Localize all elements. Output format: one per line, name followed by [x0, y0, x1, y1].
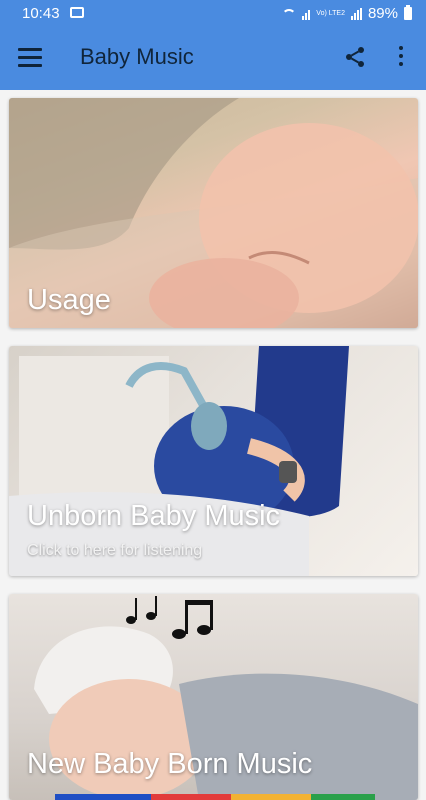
status-bar: 10:43 Vo) LTE2 89%: [0, 0, 426, 28]
signal-icon: [302, 8, 311, 20]
battery-icon: [404, 5, 412, 20]
card-title: New Baby Born Music: [27, 748, 313, 780]
app-title: Baby Music: [80, 44, 194, 69]
card-new-baby-born-music[interactable]: New Baby Born Music: [9, 594, 418, 800]
signal-icon-2: [350, 7, 362, 20]
menu-icon[interactable]: [18, 48, 42, 68]
more-vert-icon[interactable]: [396, 46, 406, 70]
ad-banner[interactable]: [55, 794, 375, 800]
card-unborn-baby-music[interactable]: Unborn Baby Music Click to here for list…: [9, 346, 418, 576]
wifi-icon: [282, 8, 297, 19]
card-subtitle: Click to here for listening: [27, 542, 203, 559]
status-right: Vo) LTE2 89%: [282, 5, 412, 22]
share-icon[interactable]: [343, 45, 367, 69]
volte-label: Vo) LTE2: [316, 10, 345, 17]
app-bar: Baby Music: [0, 28, 426, 90]
card-title: Usage: [27, 284, 111, 316]
notification-icon: [70, 7, 84, 18]
status-time: 10:43: [22, 5, 60, 22]
card-title: Unborn Baby Music: [27, 500, 281, 532]
card-usage[interactable]: Usage: [9, 98, 418, 328]
battery-percent: 89%: [367, 5, 398, 22]
